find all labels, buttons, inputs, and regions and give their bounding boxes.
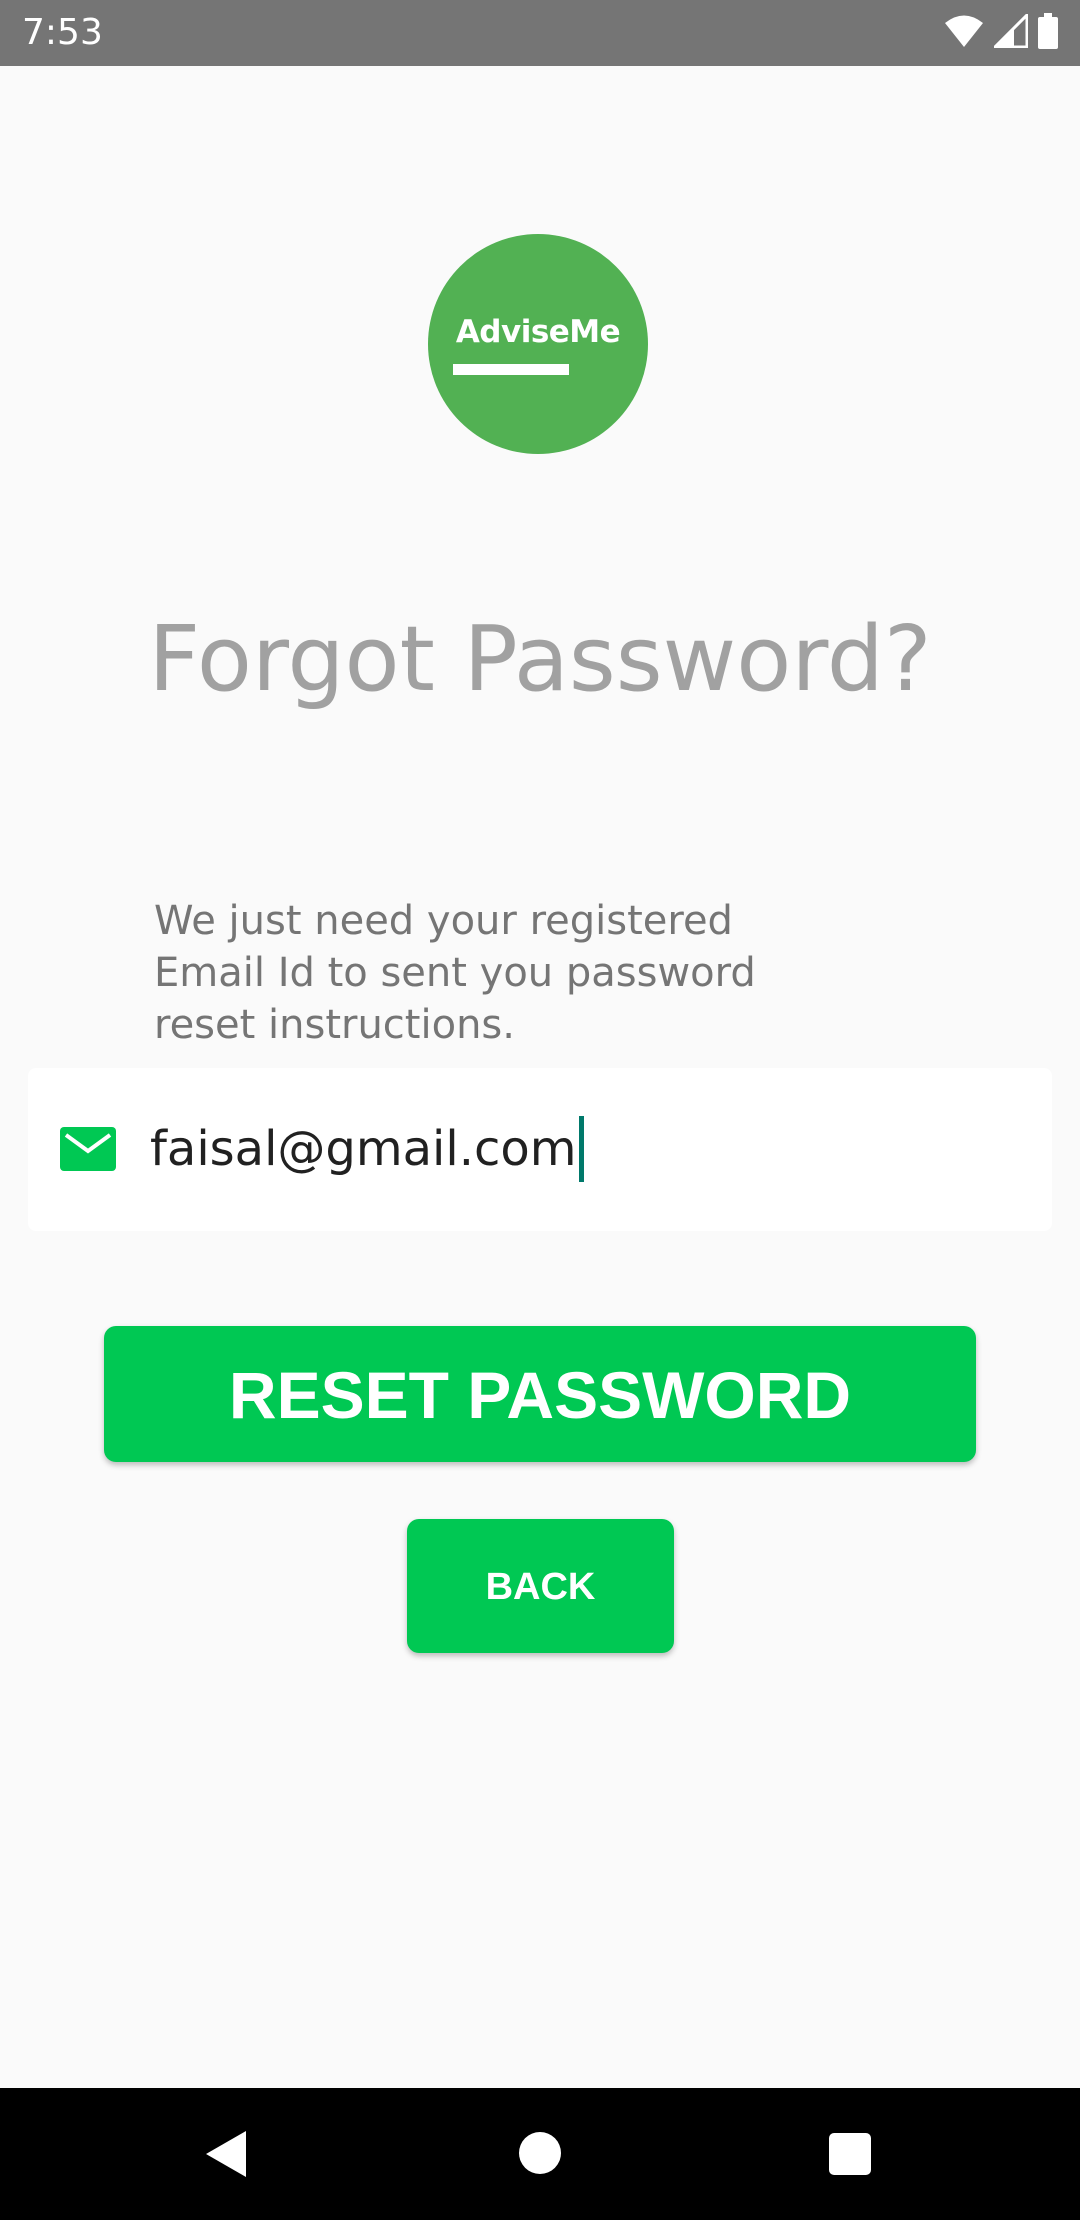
email-icon (60, 1127, 116, 1171)
page-title: Forgot Password? (148, 607, 932, 712)
email-value: faisal@gmail.com (150, 1121, 577, 1177)
signal-icon (991, 10, 1029, 53)
wifi-icon (944, 14, 984, 53)
status-bar: 7:53 (0, 0, 1080, 66)
instructions-text: We just need your registered Email Id to… (154, 898, 756, 1048)
nav-home-icon[interactable] (519, 2132, 561, 2174)
app-logo: AdviseMe (428, 234, 648, 454)
status-time: 7:53 (22, 12, 103, 53)
battery-icon (1038, 12, 1058, 54)
navigation-bar (0, 2088, 1080, 2220)
logo-underline (453, 364, 569, 375)
back-button[interactable]: BACK (407, 1519, 674, 1653)
reset-password-button[interactable]: RESET PASSWORD (104, 1326, 976, 1462)
status-icons (944, 10, 1058, 54)
text-cursor (578, 1116, 584, 1182)
email-field[interactable]: faisal@gmail.com (150, 1112, 584, 1186)
logo-text: AdviseMe (455, 314, 621, 350)
nav-back-icon[interactable] (204, 2129, 248, 2179)
nav-recents-icon[interactable] (829, 2133, 871, 2175)
